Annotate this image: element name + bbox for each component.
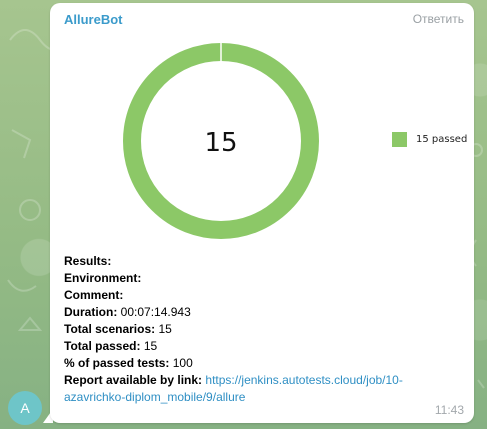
chart-center-label: 15 xyxy=(204,128,237,158)
results-row: Results: xyxy=(64,253,464,270)
percent-label: % of passed tests: xyxy=(64,356,170,370)
legend-swatch-passed xyxy=(392,132,407,147)
passed-label: Total passed: xyxy=(64,339,141,353)
link-row: Report available by link: https://jenkin… xyxy=(64,372,464,406)
results-label: Results: xyxy=(64,254,112,268)
comment-label: Comment: xyxy=(64,288,124,302)
environment-row: Environment: xyxy=(64,270,464,287)
legend-label-passed: 15 passed xyxy=(416,134,468,145)
message-bubble: AllureBot Ответить 15 15 passed Results:… xyxy=(50,3,474,423)
environment-label: Environment: xyxy=(64,271,142,285)
scenarios-row: Total scenarios: 15 xyxy=(64,321,464,338)
pie-chart: 15 xyxy=(123,42,319,239)
sender-avatar[interactable]: A xyxy=(8,391,42,425)
message-time: 11:43 xyxy=(434,403,464,417)
duration-row: Duration: 00:07:14.943 xyxy=(64,304,464,321)
report-text: Results: Environment: Comment: Duration:… xyxy=(64,253,464,406)
duration-value: 00:07:14.943 xyxy=(120,305,191,319)
percent-value: 100 xyxy=(172,356,193,370)
scenarios-label: Total scenarios: xyxy=(64,322,156,336)
percent-row: % of passed tests: 100 xyxy=(64,355,464,372)
duration-label: Duration: xyxy=(64,305,118,319)
passed-row: Total passed: 15 xyxy=(64,338,464,355)
link-label: Report available by link: xyxy=(64,373,203,387)
passed-value: 15 xyxy=(143,339,158,353)
comment-row: Comment: xyxy=(64,287,464,304)
scenarios-value: 15 xyxy=(158,322,172,336)
